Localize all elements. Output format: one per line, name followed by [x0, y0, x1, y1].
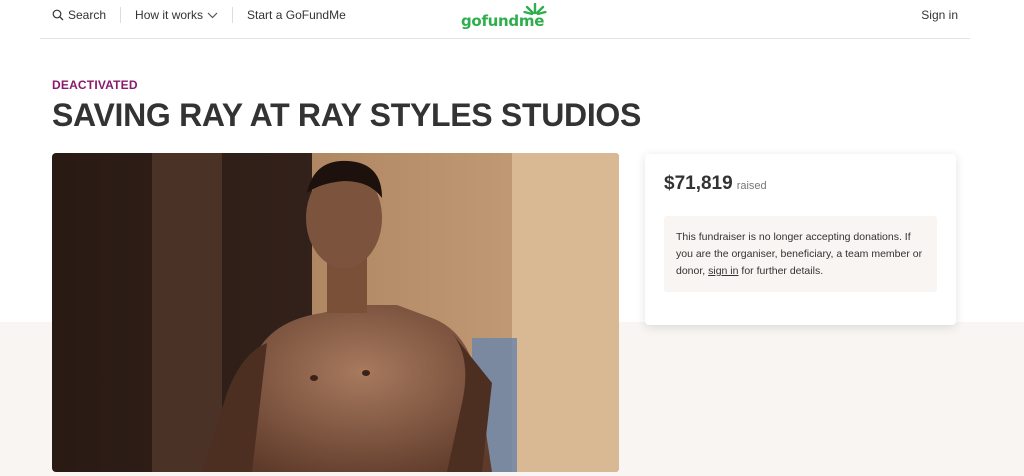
notice-sign-in-link[interactable]: sign in	[708, 265, 738, 277]
search-link[interactable]: Search	[52, 8, 106, 22]
notice-text-end: for further details.	[738, 265, 824, 277]
raised-label: raised	[736, 180, 767, 192]
chevron-down-icon	[207, 12, 218, 19]
primary-nav: Search How it works Start a GoFundMe	[52, 0, 346, 30]
campaign-title: SAVING RAY AT RAY STYLES STUDIOS	[52, 97, 642, 133]
how-it-works-menu[interactable]: How it works	[135, 8, 218, 22]
campaign-photo-illustration	[52, 153, 619, 472]
how-it-works-label: How it works	[135, 8, 204, 22]
campaign-photo	[52, 153, 619, 472]
campaign-status-badge: DEACTIVATED	[52, 78, 138, 92]
sign-in-link[interactable]: Sign in	[921, 8, 958, 22]
amount-raised: $71,819 raised	[664, 173, 767, 195]
top-header: Search How it works Start a GoFundMe gof…	[40, 0, 970, 39]
start-gofundme-label: Start a GoFundMe	[247, 8, 346, 22]
search-icon	[52, 9, 64, 21]
nav-divider	[120, 7, 122, 23]
inactive-notice: This fundraiser is no longer accepting d…	[664, 216, 937, 292]
gofundme-logo[interactable]: gofundme	[461, 3, 551, 30]
start-gofundme-link[interactable]: Start a GoFundMe	[247, 8, 346, 22]
donation-card: $71,819 raised This fundraiser is no lon…	[645, 154, 956, 325]
logo-rays-icon	[523, 3, 547, 15]
search-label: Search	[68, 8, 107, 22]
raised-amount: $71,819	[664, 173, 733, 194]
nav-divider	[232, 7, 234, 23]
